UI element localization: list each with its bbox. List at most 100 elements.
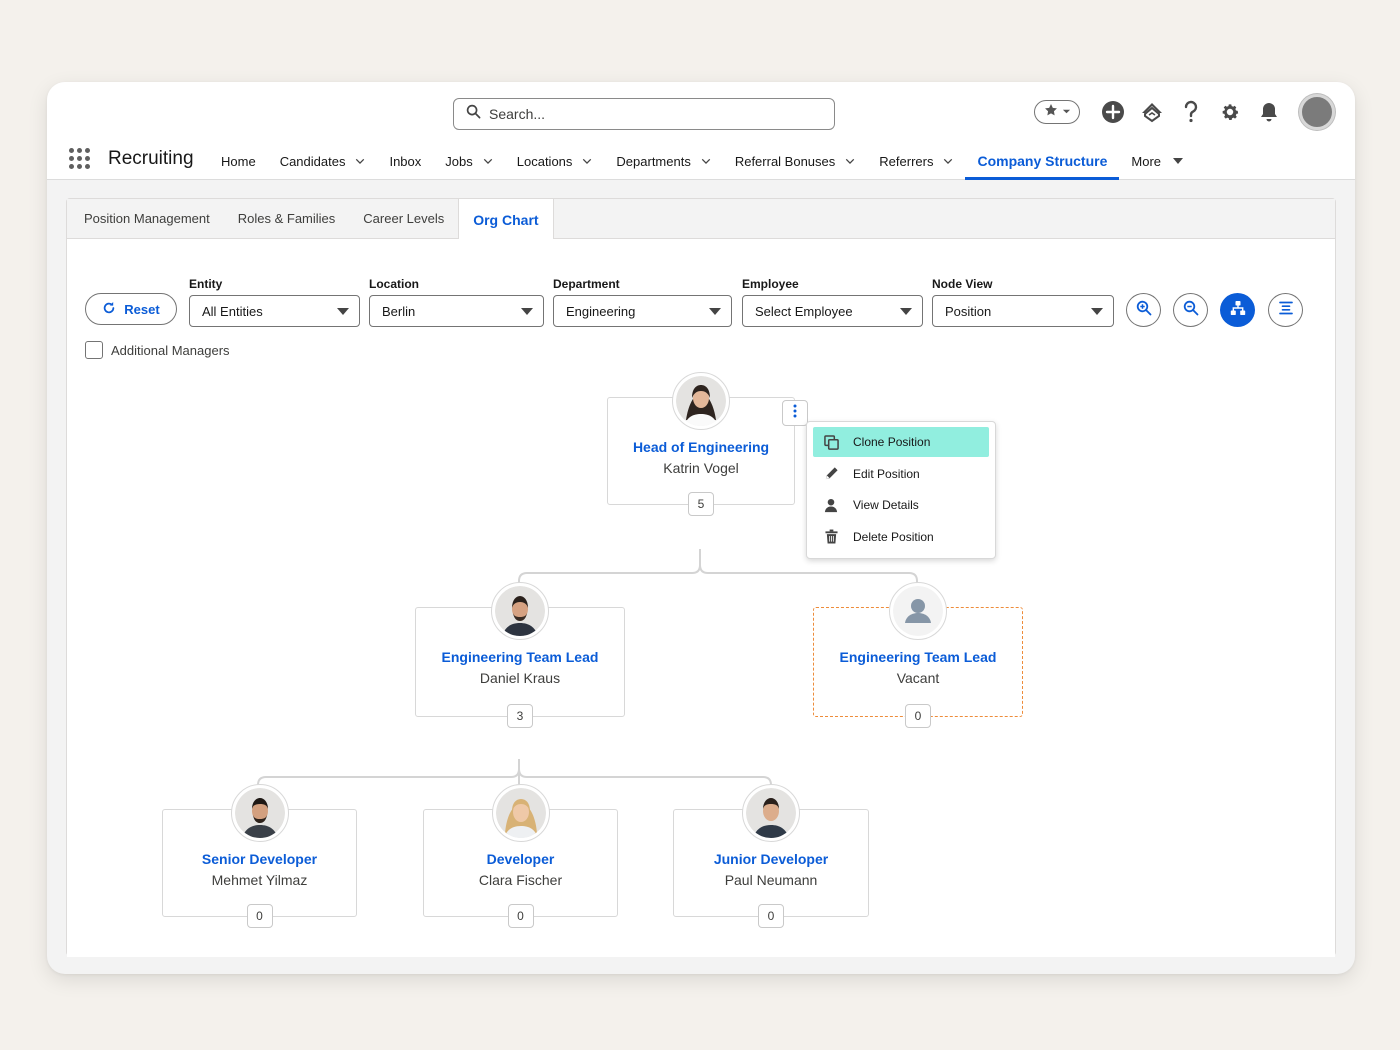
position-title: Engineering Team Lead	[441, 649, 599, 665]
nav-item-label: More	[1131, 153, 1162, 169]
add-icon[interactable]	[1100, 99, 1126, 125]
tab-org-chart[interactable]: Org Chart	[458, 199, 554, 240]
nav-item-label: Candidates	[279, 153, 346, 169]
nav-item-candidates[interactable]: Candidates	[268, 142, 378, 180]
nav-item-label: Referrers	[879, 153, 934, 169]
person-placeholder-icon	[893, 586, 943, 636]
org-node-senior-developer[interactable]: Senior Developer Mehmet Yilmaz 0	[162, 784, 357, 928]
utility-icons	[1034, 94, 1335, 130]
menu-item-label: Clone Position	[853, 435, 931, 449]
avatar	[491, 784, 550, 842]
nav-item-label: Referral Bonuses	[734, 153, 836, 169]
nav-item-label: Departments	[616, 153, 691, 169]
employee-name: Paul Neumann	[724, 872, 818, 888]
employee-name: Daniel Kraus	[479, 670, 561, 686]
edit-icon	[823, 466, 839, 482]
caret-down-icon	[1173, 158, 1184, 164]
nav-item-referrers[interactable]: Referrers	[867, 142, 965, 180]
avatar	[672, 372, 730, 430]
nav-item-locations[interactable]: Locations	[505, 142, 605, 180]
org-node-team-lead[interactable]: Engineering Team Lead Daniel Kraus 3	[415, 582, 625, 728]
report-count[interactable]: 0	[758, 904, 784, 928]
node-menu-button[interactable]	[782, 400, 808, 426]
app-name: Recruiting	[108, 148, 194, 169]
bell-icon[interactable]	[1256, 99, 1282, 125]
chevron-down-icon[interactable]	[845, 156, 855, 166]
app-launcher-icon[interactable]	[69, 148, 91, 170]
menu-item-label: View Details	[853, 498, 919, 512]
menu-item-label: Edit Position	[853, 466, 920, 481]
favorites-button[interactable]	[1034, 100, 1080, 124]
nav-item-inbox[interactable]: Inbox	[377, 142, 433, 180]
menu-item-delete-position[interactable]: Delete Position	[813, 522, 989, 552]
report-count[interactable]: 5	[688, 492, 714, 516]
position-title: Senior Developer	[201, 851, 318, 867]
tab-career-levels[interactable]: Career Levels	[349, 199, 458, 238]
gear-icon[interactable]	[1217, 99, 1243, 125]
person-icon	[823, 497, 839, 513]
org-node-vacant[interactable]: Engineering Team Lead Vacant 0	[813, 582, 1023, 728]
employee-name: Vacant	[896, 670, 940, 686]
nav-item-departments[interactable]: Departments	[604, 142, 722, 180]
org-chart-panel: Reset Entity All Entities Location Berli…	[67, 239, 1335, 957]
trash-icon	[823, 529, 839, 545]
global-search[interactable]	[453, 98, 835, 130]
report-count[interactable]: 3	[507, 704, 533, 728]
content-card: Position Management Roles & Families Caree…	[66, 198, 1336, 957]
chevron-down-icon[interactable]	[701, 156, 711, 166]
tab-roles-families[interactable]: Roles & Families	[224, 199, 350, 238]
more-vertical-icon	[793, 404, 797, 423]
employee-name: Katrin Vogel	[663, 460, 739, 476]
nav-item-home[interactable]: Home	[209, 142, 268, 180]
app-window: Recruiting Home Candidates Inbox Jobs Locati…	[47, 82, 1355, 974]
employee-name: Clara Fischer	[478, 872, 563, 888]
chevron-down-icon[interactable]	[355, 156, 365, 166]
avatar	[742, 784, 800, 842]
chevron-down-icon	[1062, 103, 1071, 121]
menu-item-edit-position[interactable]: Edit Position	[813, 459, 989, 489]
org-node-junior-developer[interactable]: Junior Developer Paul Neumann 0	[673, 784, 869, 928]
nav-item-label: Home	[221, 153, 256, 169]
position-title: Head of Engineering	[632, 439, 770, 455]
menu-item-view-details[interactable]: View Details	[813, 490, 989, 520]
search-icon	[466, 104, 481, 124]
avatar	[889, 582, 947, 640]
nav-bar: Recruiting Home Candidates Inbox Jobs Locati…	[47, 142, 1355, 180]
nav-item-label: Inbox	[389, 153, 422, 169]
global-header: Recruiting Home Candidates Inbox Jobs Locati…	[47, 82, 1355, 180]
org-chart-canvas: Head of Engineering Katrin Vogel 5 Engin…	[67, 239, 1337, 957]
node-context-menu: Clone Position Edit Position View Detail…	[806, 421, 996, 559]
tab-position-management[interactable]: Position Management	[67, 199, 224, 238]
nav-item-more[interactable]: More	[1119, 142, 1195, 180]
search-input[interactable]	[489, 106, 809, 122]
nav-item-label: Company Structure	[977, 153, 1108, 169]
nav-item-referral-bonuses[interactable]: Referral Bonuses	[723, 142, 867, 180]
nav-items: Home Candidates Inbox Jobs Locations Departme…	[209, 142, 1195, 180]
org-node-developer[interactable]: Developer Clara Fischer 0	[423, 784, 618, 928]
star-icon	[1044, 103, 1058, 122]
menu-item-clone-position[interactable]: Clone Position	[813, 427, 989, 457]
avatar	[230, 784, 289, 842]
avatar	[491, 582, 549, 640]
report-count[interactable]: 0	[246, 904, 273, 928]
chevron-down-icon[interactable]	[483, 156, 493, 166]
user-avatar[interactable]	[1299, 94, 1335, 130]
nav-item-label: Jobs	[445, 153, 473, 169]
chevron-down-icon[interactable]	[582, 156, 592, 166]
report-count[interactable]: 0	[905, 704, 931, 728]
org-node-root[interactable]: Head of Engineering Katrin Vogel 5	[607, 372, 795, 516]
help-icon[interactable]	[1178, 99, 1204, 125]
position-title: Engineering Team Lead	[839, 649, 997, 665]
tab-bar: Position Management Roles & Families Caree…	[67, 199, 1335, 240]
nav-item-label: Locations	[516, 153, 573, 169]
menu-item-label: Delete Position	[853, 529, 934, 544]
chevron-down-icon[interactable]	[943, 156, 953, 166]
position-title: Junior Developer	[713, 851, 829, 867]
nav-item-company-structure[interactable]: Company Structure	[965, 142, 1120, 180]
trailhead-icon[interactable]	[1139, 99, 1165, 125]
report-count[interactable]: 0	[507, 904, 534, 928]
clone-icon	[823, 434, 839, 450]
position-title: Developer	[486, 851, 555, 867]
nav-item-jobs[interactable]: Jobs	[433, 142, 504, 180]
employee-name: Mehmet Yilmaz	[211, 872, 308, 888]
